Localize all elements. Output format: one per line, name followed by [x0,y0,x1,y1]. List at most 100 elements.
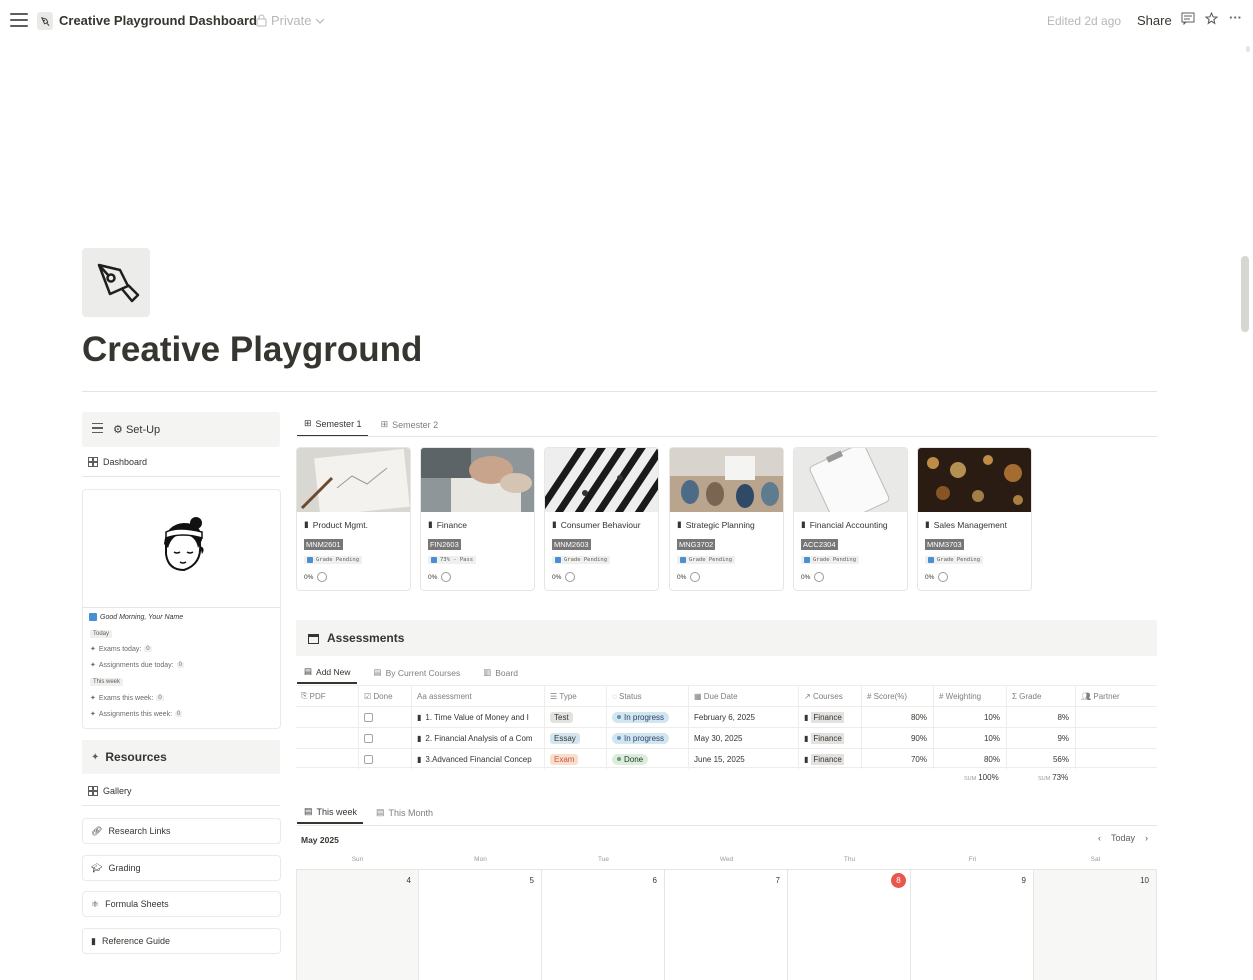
done-checkbox[interactable] [364,712,373,722]
due-date-cell[interactable]: May 30, 2025 [689,728,799,748]
tab-board[interactable]: ▥ Board [476,666,524,684]
weighting-cell[interactable]: 80% [934,749,1007,769]
score-cell[interactable]: 80% [862,707,934,727]
weighting-cell[interactable]: 10% [934,728,1007,748]
privacy-menu[interactable]: Private [256,13,325,28]
course-card[interactable]: ▮ Financial Accounting ACC2304 Grade Pend… [793,447,908,591]
column-header-type[interactable]: ☰ Type [545,686,607,706]
star-icon[interactable] [1204,11,1219,28]
resource-formula-sheets[interactable]: ⚛ Formula Sheets [82,891,281,917]
column-header-grade[interactable]: Σ Grade [1007,686,1076,706]
resources-header[interactable]: ✦ Resources [82,740,280,774]
course-card[interactable]: ▮ Product Mgmt. MNM2601 Grade Pending 0% [296,447,411,591]
course-card[interactable]: ▮ Finance FIN2603 73% - Pass 0% [420,447,535,591]
column-header-status[interactable]: ◌ Status [607,686,689,706]
type-cell[interactable]: Test [545,707,607,727]
column-header-assessment[interactable]: Aa assessment [412,686,545,706]
day-number: 10 [1140,876,1149,885]
day-number: 7 [775,876,780,885]
assignments-week-label: Assignments this week: [98,710,173,718]
course-card[interactable]: ▮ Consumer Behaviour MNM2603 Grade Pendin… [544,447,659,591]
done-checkbox[interactable] [364,754,373,764]
table-row[interactable]: ▮ 3.Advanced Financial Concep Exam Done J… [296,748,1157,769]
partner-cell[interactable] [1076,749,1157,769]
share-button[interactable]: Share [1137,13,1172,28]
done-cell[interactable] [359,749,412,769]
partner-cell[interactable] [1076,707,1157,727]
column-header-weighting[interactable]: # Weighting [934,686,1007,706]
course-cell[interactable]: ▮ Finance [799,749,862,769]
calendar-day[interactable]: 9 [911,869,1034,980]
course-link[interactable]: Finance [811,732,844,744]
done-checkbox[interactable] [364,733,373,743]
comment-icon[interactable] [1181,12,1195,28]
calendar-day[interactable]: 7 [665,869,788,980]
course-card[interactable]: ▮ Sales Management MNM3703 Grade Pending … [917,447,1032,591]
status-badge: In progress [612,711,670,723]
calendar-day[interactable]: 10 [1034,869,1157,980]
calendar-day[interactable]: 4 [296,869,419,980]
tab-add-new[interactable]: ▤ Add New [297,666,357,684]
resource-research-links[interactable]: 🔗︎ Research Links [82,818,281,844]
tab-by-current-courses[interactable]: ▤ By Current Courses [367,666,467,684]
tab-this-week[interactable]: ▤ This week [297,806,364,824]
course-link[interactable]: Finance [811,711,844,723]
column-header-partner[interactable]: 👥︎ Partner [1076,686,1157,706]
calendar-day[interactable]: 5 [419,869,542,980]
done-cell[interactable] [359,707,412,727]
type-cell[interactable]: Exam [545,749,607,769]
column-header-done[interactable]: ☑ Done [359,686,412,706]
graduation-cap-icon: 🎓︎ [91,862,103,873]
tab-semester-1[interactable]: ⊞ Semester 1 [297,418,368,437]
status-cell[interactable]: In progress [607,707,689,727]
status-badge: Done [612,753,649,765]
assessment-cell[interactable]: ▮ 2. Financial Analysis of a Com [412,728,545,748]
tab-dashboard[interactable]: Dashboard [88,457,147,467]
assessment-cell[interactable]: ▮ 3.Advanced Financial Concep [412,749,545,769]
course-cell[interactable]: ▮ Finance [799,728,862,748]
more-icon[interactable]: ··· [1229,10,1242,25]
pdf-cell[interactable] [296,749,359,769]
greeting-card[interactable]: Good Morning, Your Name Today ✦ Exams to… [82,489,281,729]
book-icon: ▮ [304,519,309,529]
page-icon-large[interactable] [82,248,150,317]
score-cell[interactable]: 70% [862,749,934,769]
column-header-score[interactable]: # Score(%) [862,686,934,706]
tab-gallery[interactable]: Gallery [88,786,132,796]
course-cell[interactable]: ▮ Finance [799,707,862,727]
status-cell[interactable]: Done [607,749,689,769]
setup-toggle[interactable]: ⚙ Set-Up [82,412,280,447]
today-button[interactable]: Today [1111,833,1135,843]
column-header-pdf[interactable]: ⎘ PDF [296,686,359,706]
column-header-courses[interactable]: ↗ Courses [799,686,862,706]
chevron-right-icon[interactable]: › [1145,833,1148,843]
weighting-cell[interactable]: 10% [934,707,1007,727]
document-title[interactable]: Creative Playground Dashboard [59,13,257,28]
calendar-day[interactable]: 6 [542,869,665,980]
course-card[interactable]: ▮ Strategic Planning MNG3702 Grade Pendin… [669,447,784,591]
resource-grading[interactable]: 🎓︎ Grading [82,855,281,881]
chevron-left-icon[interactable]: ‹ [1098,833,1101,843]
column-label: Score(%) [873,691,908,701]
partner-cell[interactable] [1076,728,1157,748]
column-header-due-date[interactable]: ▦ Due Date [689,686,799,706]
resource-reference-guide[interactable]: ▮ Reference Guide [82,928,281,954]
course-link[interactable]: Finance [811,753,844,765]
type-cell[interactable]: Essay [545,728,607,748]
assessments-header[interactable]: Assessments [296,620,1157,656]
table-row[interactable]: ▮ 2. Financial Analysis of a Com Essay In… [296,727,1157,748]
pdf-cell[interactable] [296,728,359,748]
due-date-cell[interactable]: February 6, 2025 [689,707,799,727]
tab-this-month[interactable]: ▤ This Month [369,806,439,824]
scrollbar-thumb[interactable] [1241,256,1249,332]
due-date-cell[interactable]: June 15, 2025 [689,749,799,769]
done-cell[interactable] [359,728,412,748]
menu-icon[interactable] [10,13,28,27]
table-row[interactable]: ▮ 1. Time Value of Money and I Test In pr… [296,706,1157,727]
score-cell[interactable]: 90% [862,728,934,748]
pdf-cell[interactable] [296,707,359,727]
tab-semester-2[interactable]: ⊞ Semester 2 [374,418,445,437]
assessment-cell[interactable]: ▮ 1. Time Value of Money and I [412,707,545,727]
calendar-day-today[interactable]: 8 [788,869,911,980]
status-cell[interactable]: In progress [607,728,689,748]
